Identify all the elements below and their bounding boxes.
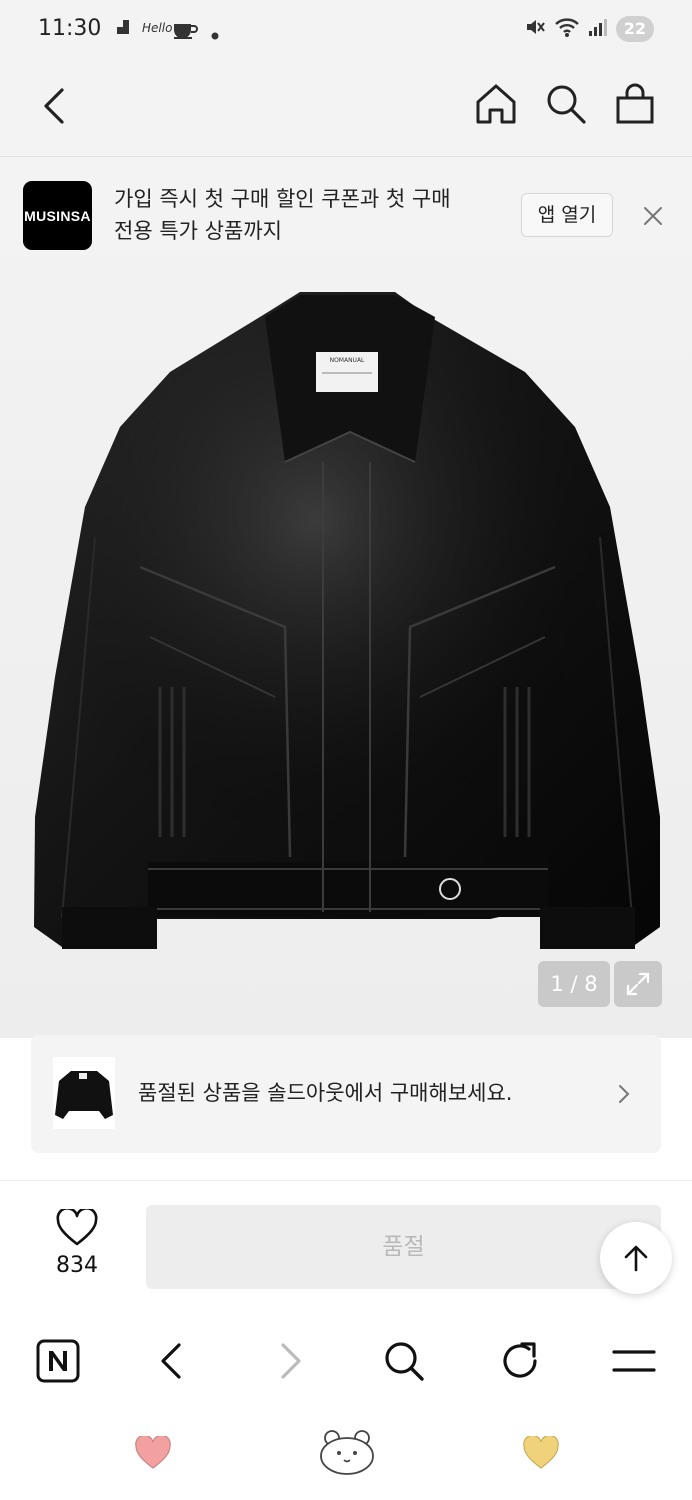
dot-icon (211, 26, 219, 44)
refresh-icon[interactable] (494, 1335, 546, 1387)
signal-icon (588, 17, 608, 41)
status-bar: 11:30 Hello 22 (0, 0, 692, 56)
status-time: 11:30 (38, 16, 102, 41)
leather-jacket-image: NOMANUAL (34, 292, 660, 949)
banner-text: 가입 즉시 첫 구매 할인 쿠폰과 첫 구매 전용 특가 상품까지 (114, 183, 504, 247)
menu-icon[interactable] (608, 1335, 660, 1387)
forward-arrow-icon (264, 1335, 316, 1387)
jacket-label: NOMANUAL (330, 357, 365, 364)
battery-indicator: 22 (615, 16, 654, 42)
home-icon[interactable] (474, 82, 518, 126)
heart-yellow-icon[interactable] (522, 1434, 560, 1470)
back-icon[interactable] (36, 84, 76, 128)
browser-toolbar (0, 1313, 692, 1408)
purchase-action-bar: 834 품절 (0, 1180, 692, 1314)
musinsa-logo: MUSINSA (23, 181, 92, 250)
mute-icon (524, 16, 546, 42)
shopping-bag-icon[interactable] (614, 82, 658, 126)
chevron-right-icon (615, 1083, 633, 1105)
soldout-link-card[interactable]: 품절된 상품을 솔드아웃에서 구매해보세요. (31, 1035, 661, 1153)
expand-icon[interactable] (614, 961, 662, 1007)
banner-line-1: 가입 즉시 첫 구매 할인 쿠폰과 첫 구매 (114, 187, 451, 211)
back-arrow-icon[interactable] (146, 1335, 198, 1387)
scroll-to-top-button[interactable] (600, 1222, 672, 1294)
app-promo-banner: MUSINSA 가입 즉시 첫 구매 할인 쿠폰과 첫 구매 전용 특가 상품까… (0, 157, 692, 257)
app-text-icon: Hello (142, 21, 173, 35)
image-counter: 1 / 8 (538, 961, 610, 1007)
bear-icon[interactable] (318, 1426, 376, 1476)
close-icon[interactable] (642, 205, 664, 227)
browser-search-icon[interactable] (378, 1335, 430, 1387)
product-image[interactable]: NOMANUAL 1 / 8 (0, 257, 692, 1038)
top-nav (0, 56, 692, 157)
bottom-shortcut-row (0, 1408, 692, 1500)
like-heart-icon[interactable] (56, 1207, 98, 1247)
search-icon[interactable] (544, 82, 588, 126)
banner-line-2: 전용 특가 상품까지 (114, 219, 282, 243)
status-right: 22 (524, 16, 654, 42)
wifi-icon (554, 16, 580, 42)
coffee-icon (172, 18, 198, 44)
app-open-button[interactable]: 앱 열기 (521, 193, 613, 237)
like-count: 834 (56, 1253, 98, 1278)
soldout-message: 품절된 상품을 솔드아웃에서 구매해보세요. (138, 1081, 513, 1105)
product-thumbnail (53, 1057, 115, 1129)
heart-pink-icon[interactable] (134, 1434, 172, 1470)
arrow-up-icon (624, 1245, 648, 1272)
naver-icon[interactable] (32, 1335, 84, 1387)
file-icon (114, 18, 132, 40)
soldout-button: 품절 (146, 1205, 661, 1289)
